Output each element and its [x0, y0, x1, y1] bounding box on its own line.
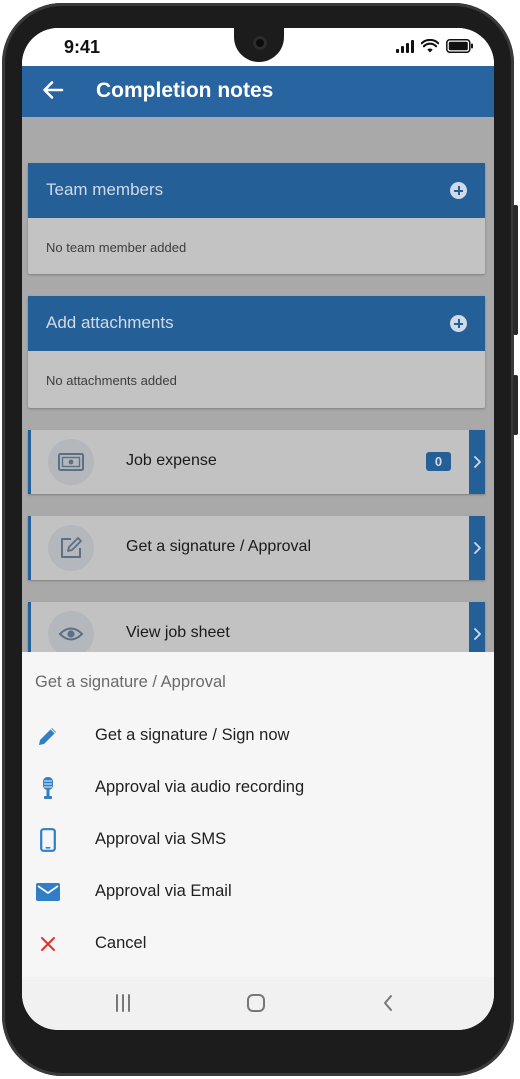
- team-members-title: Team members: [46, 180, 164, 199]
- add-attachment-icon[interactable]: [450, 315, 467, 332]
- back-arrow-icon[interactable]: [40, 77, 66, 103]
- audio-approval-label: Approval via audio recording: [95, 778, 305, 796]
- camera-notch: [234, 28, 284, 62]
- status-icons: [396, 39, 474, 53]
- chevron-right-icon: [469, 602, 485, 652]
- attachments-header: Add attachments: [28, 296, 485, 351]
- chevron-right-icon: [469, 516, 485, 580]
- attachments-empty-text: No attachments added: [46, 373, 177, 388]
- signature-approval-sheet: Get a signature / Approval Get a signatu…: [22, 652, 494, 977]
- team-members-empty-text: No team member added: [46, 240, 187, 255]
- job-expense-label: Job expense: [126, 452, 217, 469]
- cancel-label: Cancel: [95, 934, 147, 952]
- team-members-section: Team members No team member added: [28, 163, 485, 274]
- chevron-right-icon: [469, 430, 485, 494]
- job-expense-row[interactable]: Job expense 0: [28, 430, 485, 494]
- email-icon: [36, 880, 60, 904]
- cancel-option[interactable]: Cancel: [22, 919, 494, 969]
- app-bar: Completion notes: [22, 66, 494, 117]
- front-camera: [253, 36, 267, 50]
- attachments-title: Add attachments: [46, 313, 174, 332]
- close-icon: [36, 932, 60, 956]
- sheet-title: Get a signature / Approval: [35, 673, 226, 691]
- status-time: 9:41: [64, 37, 101, 57]
- pencil-icon: [36, 724, 60, 748]
- signature-approval-row[interactable]: Get a signature / Approval: [28, 516, 485, 580]
- email-approval-label: Approval via Email: [95, 882, 232, 900]
- sign-now-label: Get a signature / Sign now: [95, 726, 290, 744]
- system-nav-bar: [22, 977, 494, 1030]
- add-team-member-icon[interactable]: [450, 182, 467, 199]
- battery-icon: [446, 39, 473, 53]
- wifi-icon: [421, 39, 439, 53]
- eye-icon: [48, 611, 94, 652]
- smartphone-icon: [36, 828, 60, 852]
- cellular-signal-icon: [396, 39, 414, 53]
- team-members-header: Team members: [28, 163, 485, 218]
- email-approval-option[interactable]: Approval via Email: [22, 867, 494, 917]
- recent-apps-icon[interactable]: [112, 990, 134, 1016]
- volume-button: [513, 205, 518, 335]
- sms-approval-option[interactable]: Approval via SMS: [22, 815, 494, 865]
- power-button: [513, 375, 518, 435]
- attachments-section: Add attachments No attachments added: [28, 296, 485, 408]
- completion-notes-content: Team members No team member added Add at…: [22, 117, 494, 652]
- view-job-sheet-row[interactable]: View job sheet: [28, 602, 485, 652]
- nav-back-icon[interactable]: [378, 990, 398, 1016]
- page-title: Completion notes: [96, 79, 274, 102]
- phone-screen: 9:41 Completion notes Team members No te…: [22, 28, 494, 1030]
- sign-now-option[interactable]: Get a signature / Sign now: [22, 711, 494, 761]
- audio-approval-option[interactable]: Approval via audio recording: [22, 763, 494, 813]
- view-job-sheet-label: View job sheet: [126, 624, 230, 641]
- home-icon[interactable]: [244, 990, 268, 1016]
- status-bar: 9:41: [22, 28, 494, 66]
- expense-count-badge: 0: [426, 452, 451, 471]
- edit-icon: [48, 525, 94, 571]
- microphone-icon: [36, 776, 60, 800]
- sms-approval-label: Approval via SMS: [95, 830, 227, 848]
- money-icon: [48, 439, 94, 485]
- signature-approval-label: Get a signature / Approval: [126, 538, 311, 555]
